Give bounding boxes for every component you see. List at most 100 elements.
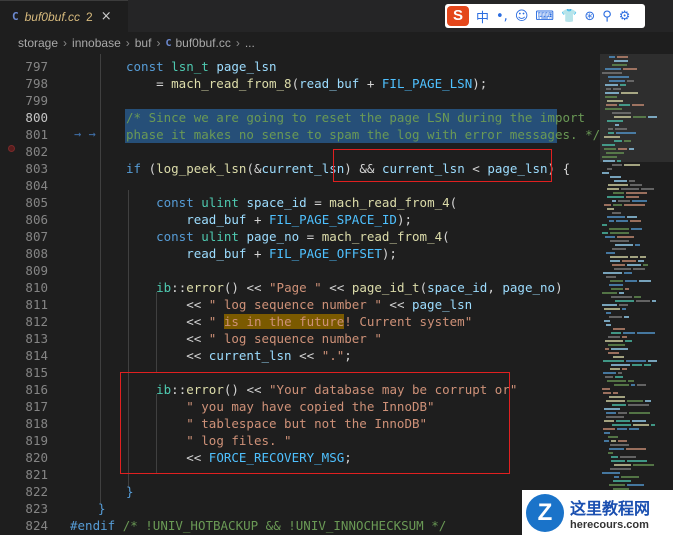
breadcrumb-innobase[interactable]: innobase <box>72 36 121 50</box>
line-number: 799 <box>25 93 48 108</box>
breadcrumb-buf[interactable]: buf <box>135 36 152 50</box>
minimap-line <box>602 388 610 390</box>
minimap-line <box>619 304 628 306</box>
problem-count-badge: 2 <box>86 9 93 24</box>
line-number: 817 <box>25 399 48 414</box>
sogou-logo-icon[interactable]: S <box>447 6 469 26</box>
line-number: 810 <box>25 280 48 295</box>
chevron-right-icon: › <box>63 36 68 50</box>
punctuation-icon[interactable]: •, <box>496 9 508 24</box>
minimap-line <box>617 160 621 162</box>
code-line[interactable]: 807 const ulint page_no = mach_read_from… <box>0 228 600 245</box>
code-text: read_buf + FIL_PAGE_SPACE_ID); <box>186 212 413 227</box>
code-line[interactable]: 822} <box>0 483 600 500</box>
code-line[interactable]: 810 ib::error() << "Page " << page_id_t(… <box>0 279 600 296</box>
code-line[interactable]: 824 #endif /* !UNIV_HOTBACKUP && !UNIV_IN… <box>0 517 600 534</box>
minimap-line <box>621 188 639 190</box>
emoji-icon[interactable]: ☺ <box>515 9 529 24</box>
minimap-line <box>611 296 632 298</box>
minimap-line <box>621 476 639 478</box>
minimap-line <box>604 308 620 310</box>
minimap-line <box>602 472 620 474</box>
minimap-line <box>603 372 616 374</box>
code-text: ib::error() << "Page " << page_id_t(spac… <box>156 280 563 295</box>
minimap-line <box>605 84 618 86</box>
minimap-line <box>613 192 624 194</box>
minimap-line <box>609 448 624 450</box>
code-text: #endif /* !UNIV_HOTBACKUP && !UNIV_INNOC… <box>70 518 447 533</box>
code-line[interactable]: 812 << " is in the future! Current syste… <box>0 313 600 330</box>
minimap-line <box>624 140 631 142</box>
minimap-line <box>606 88 611 90</box>
settings-icon[interactable]: ⚙ <box>619 9 631 24</box>
breadcrumb-symbol[interactable]: ... <box>245 36 255 50</box>
minimap-line <box>604 432 610 434</box>
code-line[interactable]: 798 = mach_read_from_8(read_buf + FIL_PA… <box>0 75 600 92</box>
minimap-line <box>637 384 646 386</box>
keyboard-icon[interactable]: ⌨ <box>535 9 554 24</box>
minimap-line <box>605 236 615 238</box>
line-number: 822 <box>25 484 48 499</box>
code-text: << " log sequence number " << page_lsn <box>126 297 473 312</box>
code-line[interactable]: 797 const lsn_t page_lsn <box>0 58 600 75</box>
minimap-line <box>608 128 613 130</box>
code-line[interactable]: 813 << " log sequence number " <box>0 330 600 347</box>
minimap-line <box>604 408 620 410</box>
minimap-line <box>611 456 618 458</box>
minimap-line <box>627 400 643 402</box>
minimap-line <box>604 204 611 206</box>
minimap-line <box>604 136 620 138</box>
code-line[interactable]: 814 << current_lsn << "."; <box>0 347 600 364</box>
minimap-line <box>625 280 637 282</box>
code-line[interactable]: 823} <box>0 500 600 517</box>
tab-filename: buf0buf.cc <box>24 9 80 24</box>
tab-buf0buf-cc[interactable]: C buf0buf.cc 2 × <box>0 0 128 32</box>
minimap-line <box>632 364 642 366</box>
breadcrumb-storage[interactable]: storage <box>18 36 58 50</box>
minimap-line <box>651 424 655 426</box>
code-line[interactable]: 801 phase it makes no sense to spam the l… <box>0 126 600 143</box>
breadcrumb-file[interactable]: buf0buf.cc <box>175 36 230 50</box>
code-line[interactable]: 808 read_buf + FIL_PAGE_OFFSET); <box>0 245 600 262</box>
watermark-title: 这里教程网 <box>570 498 651 518</box>
minimap-line <box>639 280 651 282</box>
chinese-mode-icon[interactable]: 中 <box>476 7 489 26</box>
minimap-line <box>605 108 622 110</box>
line-number: 807 <box>25 229 48 244</box>
toolbox-icon[interactable]: ⊛ <box>584 9 595 24</box>
code-line[interactable]: 811 << " log sequence number " << page_l… <box>0 296 600 313</box>
code-line[interactable]: 799 <box>0 92 600 109</box>
line-number: 800 <box>25 110 48 125</box>
code-text: const ulint page_no = mach_read_from_4( <box>156 229 450 244</box>
line-number: 809 <box>25 263 48 278</box>
code-line[interactable]: 805 const ulint space_id = mach_read_fro… <box>0 194 600 211</box>
minimap-line <box>602 232 608 234</box>
minimap-line <box>609 80 625 82</box>
minimap-line <box>618 200 630 202</box>
minimap-line <box>612 424 631 426</box>
minimap-line <box>614 140 622 142</box>
close-icon[interactable]: × <box>101 9 112 24</box>
minimap-line <box>604 148 616 150</box>
minimap-line <box>615 128 627 130</box>
minimap[interactable] <box>600 54 673 535</box>
minimap-line <box>606 104 617 106</box>
code-text: /* Since we are going to reset the page … <box>126 110 586 125</box>
minimap-line <box>607 100 623 102</box>
code-line[interactable]: 800 /* Since we are going to reset the pa… <box>0 109 600 126</box>
code-line[interactable]: 806 read_buf + FIL_PAGE_SPACE_ID); <box>0 211 600 228</box>
minimap-line <box>612 404 626 406</box>
code-line[interactable]: 809 <box>0 262 600 279</box>
search-icon[interactable]: ⚲ <box>602 9 612 24</box>
skin-icon[interactable]: 👕 <box>561 9 577 24</box>
chevron-right-icon: › <box>156 36 161 50</box>
minimap-line <box>609 284 623 286</box>
minimap-line <box>624 204 645 206</box>
minimap-line <box>624 164 640 166</box>
minimap-line <box>602 224 607 226</box>
minimap-line <box>608 344 625 346</box>
line-number: 821 <box>25 467 48 482</box>
line-number: 815 <box>25 365 48 380</box>
line-number: 823 <box>25 501 48 516</box>
minimap-line <box>603 160 615 162</box>
